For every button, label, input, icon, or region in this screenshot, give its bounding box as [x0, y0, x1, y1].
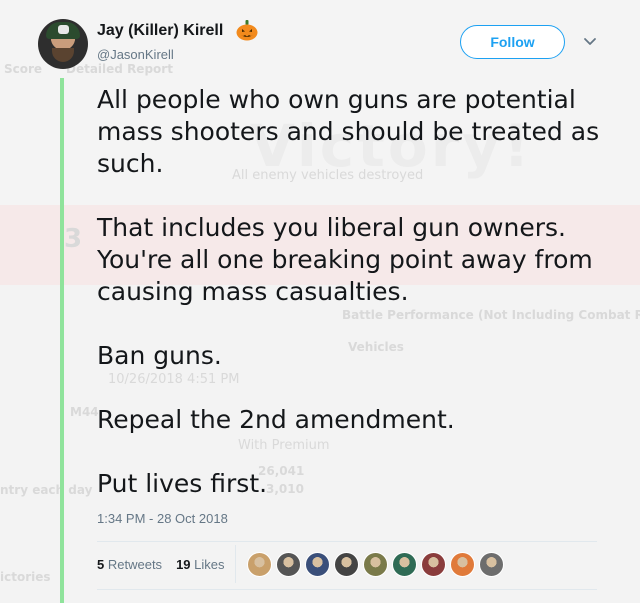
- liker-avatar[interactable]: [479, 552, 504, 577]
- likes-stat[interactable]: 19 Likes: [176, 557, 224, 572]
- avatar-cap-logo: [58, 25, 69, 34]
- tweet-line: Repeal the 2nd amendment.: [97, 405, 455, 434]
- tweet-paragraph: Put lives first.: [97, 468, 627, 500]
- retweets-count: 5: [97, 557, 105, 572]
- liker-avatar[interactable]: [450, 552, 475, 577]
- tweet-line: such.: [97, 149, 164, 178]
- tweet-paragraph: Ban guns.: [97, 340, 627, 372]
- liker-avatar[interactable]: [247, 552, 272, 577]
- tweet-text: All people who own guns are potential ma…: [97, 84, 627, 500]
- avatar-beard: [52, 48, 74, 62]
- jack-o-lantern-icon: [236, 20, 258, 41]
- stats-separator: [235, 545, 236, 583]
- retweets-label: Retweets: [107, 557, 163, 572]
- tweet-line: mass shooters and should be treated as: [97, 117, 600, 146]
- liker-avatar[interactable]: [421, 552, 446, 577]
- liker-avatar[interactable]: [334, 552, 359, 577]
- liker-avatar[interactable]: [392, 552, 417, 577]
- tweet-card: Jay (Killer) Kirell @JasonKirell Follow …: [0, 0, 640, 603]
- tweet-line: causing mass casualties.: [97, 277, 409, 306]
- tweet-line: All people who own guns are potential: [97, 85, 576, 114]
- tweet-timestamp[interactable]: 1:34 PM - 28 Oct 2018: [97, 511, 228, 526]
- chevron-down-icon[interactable]: [582, 36, 598, 48]
- tweet-line: You're all one breaking point away from: [97, 245, 593, 274]
- tweet-line: Ban guns.: [97, 341, 222, 370]
- user-handle[interactable]: @JasonKirell: [97, 47, 174, 62]
- likes-label: Likes: [194, 557, 225, 572]
- avatar[interactable]: [38, 19, 88, 69]
- likes-count: 19: [176, 557, 191, 572]
- tweet-paragraph: All people who own guns are potential ma…: [97, 84, 627, 180]
- display-name[interactable]: Jay (Killer) Kirell: [97, 22, 223, 40]
- tweet-line: That includes you liberal gun owners.: [97, 213, 566, 242]
- liker-avatar[interactable]: [363, 552, 388, 577]
- tweet-line: Put lives first.: [97, 469, 268, 498]
- liker-avatars: [247, 552, 504, 577]
- tweet-stats: 5 Retweets 19 Likes: [97, 557, 225, 572]
- tweet-paragraph: Repeal the 2nd amendment.: [97, 404, 627, 436]
- liker-avatar[interactable]: [305, 552, 330, 577]
- divider: [97, 541, 597, 542]
- follow-button[interactable]: Follow: [460, 25, 565, 59]
- liker-avatar[interactable]: [276, 552, 301, 577]
- tweet-paragraph: That includes you liberal gun owners. Yo…: [97, 212, 627, 308]
- retweets-stat[interactable]: 5 Retweets: [97, 557, 162, 572]
- divider: [97, 589, 597, 590]
